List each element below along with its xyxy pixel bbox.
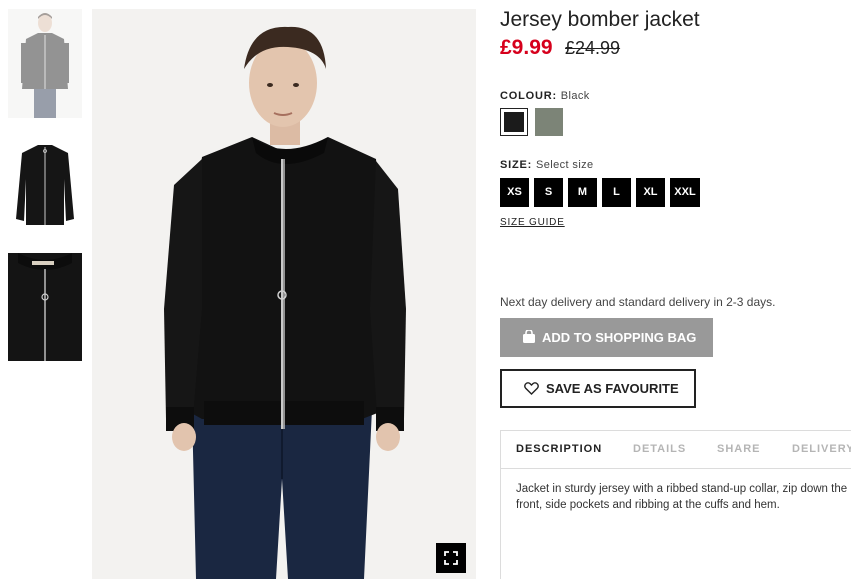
- main-product-image[interactable]: [92, 9, 476, 579]
- size-value: Select size: [535, 159, 594, 171]
- size-xl-button[interactable]: XL: [636, 178, 665, 207]
- model-photo: [92, 9, 476, 579]
- price-row: £9.99 £24.99: [500, 36, 620, 60]
- size-xxl-button[interactable]: XXL: [670, 178, 700, 207]
- colour-label: COLOUR:: [500, 90, 557, 102]
- tab-bar: DESCRIPTION DETAILS SHARE DELIVERY: [501, 431, 851, 469]
- delivery-info: Next day delivery and standard delivery …: [500, 295, 776, 309]
- thumbnail-jacket-detail-image: [8, 253, 82, 361]
- tab-share[interactable]: SHARE: [717, 443, 761, 455]
- product-title: Jersey bomber jacket: [500, 8, 700, 31]
- heart-icon: [524, 382, 539, 395]
- colour-label-row: COLOUR: Black: [500, 90, 590, 102]
- tab-delivery[interactable]: DELIVERY: [792, 443, 851, 455]
- thumbnail-jacket-detail[interactable]: [8, 253, 82, 361]
- size-s-button[interactable]: S: [534, 178, 563, 207]
- sale-price: £9.99: [500, 36, 553, 59]
- thumbnail-model[interactable]: [8, 9, 82, 118]
- fullscreen-button[interactable]: [436, 543, 466, 573]
- size-label: SIZE:: [500, 159, 533, 171]
- thumbnail-jacket-flat-image: [8, 129, 82, 238]
- size-label-row: SIZE: Select size: [500, 159, 594, 171]
- description-text: Jacket in sturdy jersey with a ribbed st…: [516, 483, 848, 511]
- swatch-black[interactable]: [500, 108, 528, 136]
- thumbnail-model-image: [8, 9, 82, 118]
- size-l-button[interactable]: L: [602, 178, 631, 207]
- thumbnail-jacket-flat[interactable]: [8, 129, 82, 238]
- tab-details[interactable]: DETAILS: [633, 443, 686, 455]
- original-price: £24.99: [565, 38, 621, 58]
- product-info-panel: Jersey bomber jacket £9.99 £24.99 COLOUR…: [500, 0, 851, 579]
- add-to-bag-label: ADD TO SHOPPING BAG: [542, 330, 697, 345]
- add-to-bag-button[interactable]: ADD TO SHOPPING BAG: [500, 318, 713, 357]
- swatch-khaki-green[interactable]: [535, 108, 563, 136]
- size-guide-link[interactable]: SIZE GUIDE: [500, 217, 565, 228]
- tab-description[interactable]: DESCRIPTION: [516, 443, 602, 455]
- save-favourite-label: SAVE AS FAVOURITE: [546, 381, 679, 396]
- save-favourite-button[interactable]: SAVE AS FAVOURITE: [500, 369, 696, 408]
- size-m-button[interactable]: M: [568, 178, 597, 207]
- expand-icon: [444, 551, 458, 565]
- shopping-bag-icon: [523, 330, 535, 343]
- size-xs-button[interactable]: XS: [500, 178, 529, 207]
- colour-value: Black: [560, 90, 590, 102]
- product-tabs: DESCRIPTION DETAILS SHARE DELIVERY Jacke…: [500, 430, 851, 579]
